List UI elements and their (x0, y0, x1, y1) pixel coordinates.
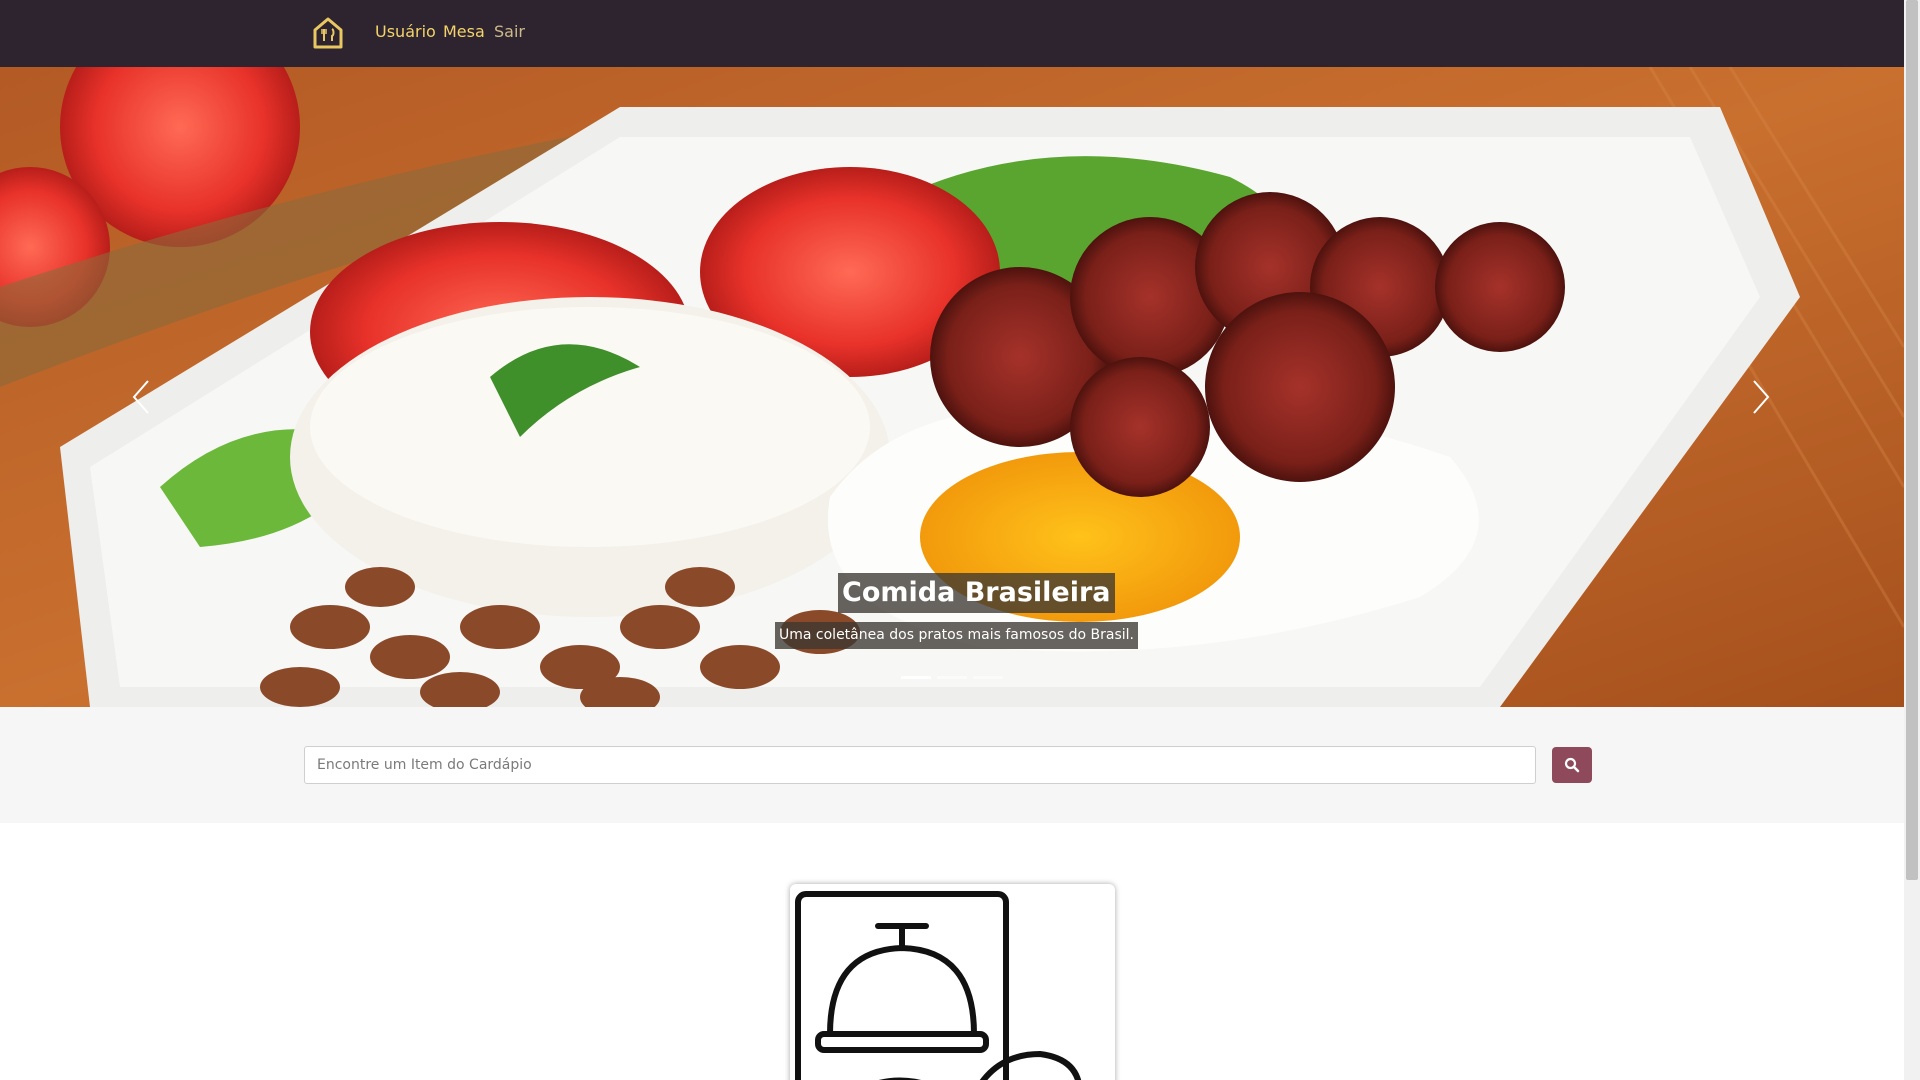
carousel-prev-button[interactable] (122, 367, 162, 427)
nav-link-usuario[interactable]: Usuário (375, 22, 436, 41)
search-icon (1564, 757, 1580, 773)
page-scrollbar[interactable] (1904, 0, 1920, 1080)
home-logo-icon[interactable] (312, 16, 344, 50)
carousel-caption-text: Uma coletânea dos pratos mais famosos do… (775, 622, 1139, 649)
search-button[interactable] (1552, 747, 1592, 783)
search-section (0, 707, 1904, 823)
scrollbar-thumb[interactable] (1906, 0, 1918, 880)
carousel-indicator-1[interactable] (901, 676, 931, 679)
carousel-indicator-2[interactable] (937, 676, 967, 679)
carousel-indicator-3[interactable] (973, 676, 1003, 679)
chevron-left-icon (132, 380, 149, 414)
menu-card[interactable] (790, 884, 1115, 1080)
chevron-right-icon (1753, 380, 1770, 414)
service-bell-icon (795, 891, 1082, 1080)
nav-link-sair[interactable]: Sair (494, 22, 525, 41)
nav-link-mesa[interactable]: Mesa (443, 22, 485, 41)
hero-carousel: Comida Brasileira Uma coletânea dos prat… (0, 67, 1904, 707)
navbar: Usuário Mesa Sair (0, 0, 1904, 67)
carousel-caption-title: Comida Brasileira (838, 573, 1115, 613)
carousel-next-button[interactable] (1740, 367, 1780, 427)
search-input[interactable] (304, 746, 1536, 784)
